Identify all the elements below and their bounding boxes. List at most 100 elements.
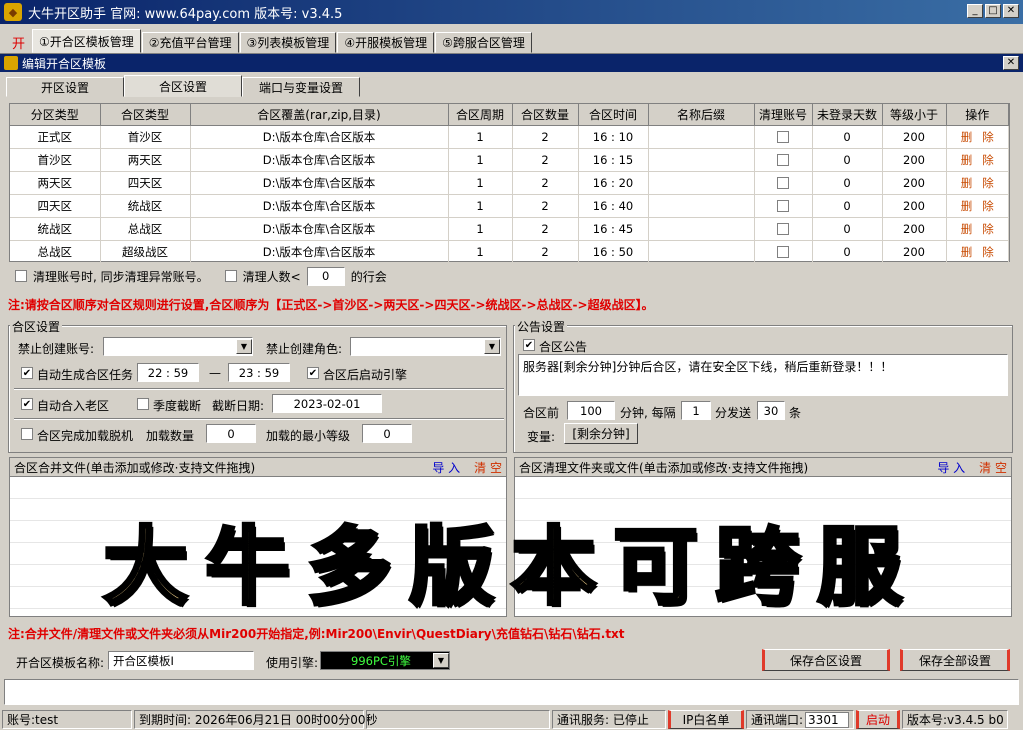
tab-list-template[interactable]: ③列表模板管理 [239, 32, 337, 53]
cell-merge-cover[interactable]: D:\版本仓库\合区版本 [190, 171, 449, 195]
cell-merge-type[interactable]: 超级战区 [100, 240, 191, 264]
cell-merge-type[interactable]: 总战区 [100, 217, 191, 241]
save-merge-settings-button[interactable]: 保存合区设置 [762, 649, 890, 671]
cell-name-suffix[interactable] [648, 125, 755, 149]
cell-level-below[interactable]: 200 [882, 125, 947, 149]
cell-merge-cycle[interactable]: 1 [448, 148, 513, 172]
col-level-below[interactable]: 等级小于 [882, 104, 947, 126]
merge-files-clear-button[interactable]: 清 空 [474, 459, 502, 476]
col-merge-cycle[interactable]: 合区周期 [448, 104, 513, 126]
table-row[interactable]: 四天区 统战区 D:\版本仓库\合区版本 1 2 16 : 40 0 200 删除 [10, 194, 1009, 218]
delete-row-button[interactable]: 删 [961, 245, 973, 259]
clear-account-checkbox[interactable] [777, 177, 789, 189]
remove-row-button[interactable]: 除 [982, 245, 994, 259]
merge-files-import-button[interactable]: 导 入 [432, 459, 460, 476]
cell-merge-time[interactable]: 16 : 45 [578, 217, 649, 241]
delete-row-button[interactable]: 删 [961, 222, 973, 236]
cell-merge-cover[interactable]: D:\版本仓库\合区版本 [190, 148, 449, 172]
cell-name-suffix[interactable] [648, 240, 755, 264]
cell-merge-count[interactable]: 2 [512, 240, 579, 264]
before-minutes-input[interactable]: 100 [567, 401, 615, 420]
clean-files-clear-button[interactable]: 清 空 [979, 459, 1007, 476]
cell-level-below[interactable]: 200 [882, 171, 947, 195]
cell-level-below[interactable]: 200 [882, 194, 947, 218]
cell-zone-type[interactable]: 两天区 [10, 171, 101, 195]
cell-merge-count[interactable]: 2 [512, 194, 579, 218]
cell-merge-type[interactable]: 四天区 [100, 171, 191, 195]
clear-account-checkbox[interactable] [777, 246, 789, 258]
col-merge-type[interactable]: 合区类型 [100, 104, 191, 126]
start-button[interactable]: 启动 [856, 710, 900, 729]
col-merge-count[interactable]: 合区数量 [512, 104, 579, 126]
chevron-down-icon[interactable]: ▼ [484, 339, 500, 354]
cell-merge-count[interactable]: 2 [512, 171, 579, 195]
col-merge-time[interactable]: 合区时间 [578, 104, 649, 126]
cell-name-suffix[interactable] [648, 148, 755, 172]
notice-textarea[interactable]: 服务器[剩余分钟]分钟后合区，请在安全区下线，稍后重新登录！！！ [518, 354, 1008, 396]
min-level-input[interactable]: 0 [362, 424, 412, 443]
remove-row-button[interactable]: 除 [982, 199, 994, 213]
cell-merge-cover[interactable]: D:\版本仓库\合区版本 [190, 125, 449, 149]
tab-cross-merge[interactable]: ⑤跨服合区管理 [435, 32, 532, 53]
port-input[interactable]: 3301 [805, 711, 849, 728]
remove-row-button[interactable]: 除 [982, 222, 994, 236]
clear-account-checkbox[interactable] [777, 200, 789, 212]
list-item[interactable] [10, 477, 506, 499]
tab-merge-settings[interactable]: 合区设置 [124, 75, 242, 97]
template-name-input[interactable]: 开合区模板I [108, 651, 254, 670]
chevron-down-icon[interactable]: ▼ [236, 339, 252, 354]
cell-merge-cover[interactable]: D:\版本仓库\合区版本 [190, 194, 449, 218]
notice-checkbox[interactable] [523, 339, 535, 351]
start-engine-checkbox[interactable] [307, 367, 319, 379]
cell-zone-type[interactable]: 总战区 [10, 240, 101, 264]
cell-merge-type[interactable]: 统战区 [100, 194, 191, 218]
cell-name-suffix[interactable] [648, 171, 755, 195]
cell-inactive-days[interactable]: 0 [812, 125, 883, 149]
col-name-suffix[interactable]: 名称后缀 [648, 104, 755, 126]
col-inactive-days[interactable]: 未登录天数 [812, 104, 883, 126]
load-count-input[interactable]: 0 [206, 424, 256, 443]
season-cut-checkbox[interactable] [137, 398, 149, 410]
send-count-input[interactable]: 30 [757, 401, 785, 420]
table-row[interactable]: 两天区 四天区 D:\版本仓库\合区版本 1 2 16 : 20 0 200 删除 [10, 171, 1009, 195]
save-all-settings-button[interactable]: 保存全部设置 [900, 649, 1010, 671]
sync-clear-checkbox[interactable] [15, 270, 27, 282]
cell-merge-cover[interactable]: D:\版本仓库\合区版本 [190, 240, 449, 264]
ban-role-select[interactable]: ▼ [350, 337, 501, 356]
subwindow-close-icon[interactable]: ✕ [1003, 56, 1019, 70]
cell-zone-type[interactable]: 首沙区 [10, 148, 101, 172]
log-input[interactable] [4, 679, 1019, 705]
cell-name-suffix[interactable] [648, 217, 755, 241]
cell-inactive-days[interactable]: 0 [812, 217, 883, 241]
tab-open-template[interactable]: ④开服模板管理 [337, 32, 435, 53]
cell-level-below[interactable]: 200 [882, 217, 947, 241]
table-row[interactable]: 首沙区 两天区 D:\版本仓库\合区版本 1 2 16 : 15 0 200 删除 [10, 148, 1009, 172]
tab-open-settings[interactable]: 开区设置 [6, 77, 124, 97]
clear-account-checkbox[interactable] [777, 223, 789, 235]
tab-merge-template[interactable]: ①开合区模板管理 [32, 29, 141, 53]
cell-merge-time[interactable]: 16 : 15 [578, 148, 649, 172]
cell-merge-cycle[interactable]: 1 [448, 240, 513, 264]
cell-zone-type[interactable]: 统战区 [10, 217, 101, 241]
engine-select[interactable]: 996PC引擎 ▼ [320, 651, 450, 670]
task-start-time[interactable]: 22 : 59 [137, 363, 199, 382]
col-clear-account[interactable]: 清理账号 [754, 104, 813, 126]
cell-merge-count[interactable]: 2 [512, 125, 579, 149]
col-actions[interactable]: 操作 [946, 104, 1009, 126]
cell-merge-count[interactable]: 2 [512, 217, 579, 241]
ip-whitelist-button[interactable]: IP白名单 [668, 710, 744, 729]
clear-account-checkbox[interactable] [777, 131, 789, 143]
minimize-icon[interactable]: _ [967, 4, 983, 18]
delete-row-button[interactable]: 删 [961, 130, 973, 144]
cell-merge-time[interactable]: 16 : 50 [578, 240, 649, 264]
remove-row-button[interactable]: 除 [982, 176, 994, 190]
cell-merge-cycle[interactable]: 1 [448, 125, 513, 149]
auto-old-checkbox[interactable] [21, 398, 33, 410]
clear-count-checkbox[interactable] [224, 270, 237, 282]
clean-files-import-button[interactable]: 导 入 [937, 459, 965, 476]
maximize-icon[interactable]: □ [985, 4, 1001, 18]
ban-account-select[interactable]: ▼ [103, 337, 253, 356]
chevron-down-icon[interactable]: ▼ [433, 653, 449, 668]
cell-zone-type[interactable]: 四天区 [10, 194, 101, 218]
cell-merge-time[interactable]: 16 : 40 [578, 194, 649, 218]
